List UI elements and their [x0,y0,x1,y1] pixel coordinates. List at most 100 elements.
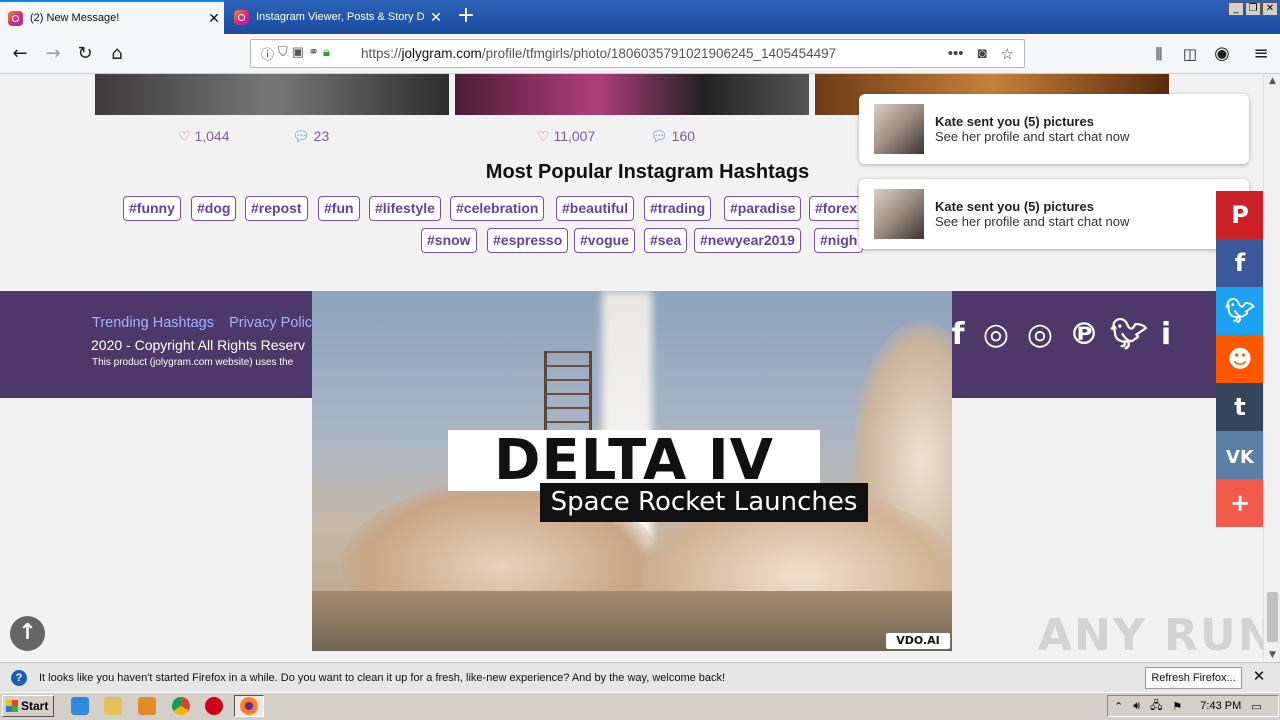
permissions-icon[interactable]: ▣ [292,44,304,63]
hashtag-link[interactable]: #paradise [724,196,802,221]
info-icon: ? [11,669,27,686]
avatar [874,189,924,239]
hashtag-link[interactable]: #vogue [574,228,636,253]
hashtag-link[interactable]: #snow [421,228,477,253]
notification-text: See her profile and start chat now [935,129,1130,144]
tab-new-message[interactable]: (2) New Message! ✕ [0,0,224,34]
account-icon[interactable]: ◉ [1209,42,1235,66]
scroll-to-top-button[interactable]: ↑ [10,616,45,651]
flag-icon[interactable]: ⚑ [1172,700,1182,713]
tab-instagram-viewer[interactable]: Instagram Viewer, Posts & Story D ✕ [226,0,446,34]
info-icon[interactable]: ⓘ [261,44,274,63]
chrome-icon[interactable] [172,697,190,715]
scroll-up-arrow-icon[interactable]: ▲ [1264,74,1280,88]
hashtag-link[interactable]: #funny [123,196,181,221]
scroll-down-arrow-icon[interactable]: ▼ [1264,648,1280,662]
file-explorer-icon[interactable] [104,697,122,715]
hashtag-link[interactable]: #sea [644,228,688,253]
reddit-icon: ☻ [1227,345,1253,373]
clock[interactable]: 7:43 PM [1200,700,1241,712]
media-player-icon[interactable] [138,697,156,715]
hashtag-link[interactable]: #newyear2019 [694,228,801,253]
instagram-favicon-icon [8,10,23,26]
share-vk-button[interactable]: VK [1216,431,1264,479]
hashtag-link[interactable]: #espresso [487,228,569,253]
post-thumbnail[interactable] [455,74,809,115]
restore-button[interactable]: ❐ [1245,2,1261,16]
pinterest-icon: P [1231,201,1249,229]
home-icon[interactable]: ⌂ [104,42,130,66]
close-window-button[interactable]: ✕ [1262,2,1278,16]
post-likes: ♡ 1,044 [178,128,230,145]
ground [312,591,952,651]
instagram-icon[interactable]: ◎ [976,315,1016,355]
url-path: /profile/tfmgirls/photo/1806035791021906… [481,46,837,61]
comment-icon: 💬︎ [292,128,310,144]
share-reddit-button[interactable]: ☻ [1216,335,1264,383]
hashtag-link[interactable]: #lifestyle [369,196,441,221]
bookmark-star-icon[interactable]: ☆ [1001,45,1014,63]
heart-icon: ♡ [537,128,550,144]
hashtag-link[interactable]: #forex [809,196,864,221]
hashtag-link[interactable]: #fun [318,196,360,221]
hashtag-link[interactable]: #repost [245,196,308,221]
volume-icon[interactable]: 🔊︎ [1133,700,1140,713]
url-prefix: https:// [361,46,402,61]
scrollbar-thumb[interactable] [1267,592,1278,642]
chat-notification[interactable]: Kate sent you (5) pictures See her profi… [859,179,1249,249]
vk-icon: VK [1226,447,1254,468]
start-button[interactable]: Start [2,695,54,717]
minimize-button[interactable]: _ [1228,2,1244,16]
post-likes: ♡ 11,007 [537,128,595,145]
firefox-taskbar-button[interactable] [234,695,264,717]
show-desktop-icon[interactable]: ▭ [1251,700,1261,713]
url-text[interactable]: https://jolygram.com/profile/tfmgirls/ph… [361,46,836,61]
chat-notification[interactable]: Kate sent you (5) pictures See her profi… [859,94,1249,164]
page-actions-button[interactable]: ••• [948,45,964,63]
vertical-scrollbar[interactable]: ▲ ▼ [1263,74,1280,662]
vdo-ai-badge[interactable]: VDO.AI [886,633,950,649]
windows-taskbar [0,692,1280,720]
hashtags-heading: Most Popular Instagram Hashtags [485,161,810,183]
share-pinterest-button[interactable]: P [1216,191,1264,239]
instagram-icon[interactable]: ◎ [1020,315,1060,355]
footer-link-trending-hashtags[interactable]: Trending Hashtags [92,315,214,331]
new-tab-button[interactable]: + [452,4,480,30]
tab-close-icon[interactable]: ✕ [204,10,224,27]
tab-close-icon[interactable]: ✕ [426,9,446,26]
hashtag-link[interactable]: #celebration [450,196,545,221]
library-icon[interactable]: ⫼ [1146,42,1172,66]
pinterest-icon[interactable]: ℗ [1064,315,1104,355]
internet-explorer-icon[interactable] [71,697,89,715]
hashtag-link[interactable]: #trading [644,196,712,221]
hashtag-link[interactable]: #dog [191,196,237,221]
back-arrow-icon[interactable]: ← [7,42,33,66]
reload-icon[interactable]: ↻ [72,42,98,66]
hashtag-link[interactable]: #beautiful [556,196,635,221]
video-subtitle: Space Rocket Launches [540,483,868,522]
post-thumbnail[interactable] [95,74,449,115]
share-twitter-button[interactable]: 🐦︎ [1216,287,1264,335]
address-bar[interactable]: ⓘ ⛉ ▣ ⚭ 🔒︎ https://jolygram.com/profile/… [250,39,1025,68]
share-tumblr-button[interactable]: t [1216,383,1264,431]
twitter-icon[interactable]: 🐦︎ [1109,315,1149,355]
avatar [874,104,924,154]
opera-icon[interactable] [205,697,223,715]
info-icon[interactable]: i [1146,315,1186,355]
menu-icon[interactable]: ≡ [1248,42,1274,66]
link-icon[interactable]: ⚭ [308,44,319,63]
close-icon[interactable]: ✕ [1250,668,1268,686]
tray-expand-icon[interactable]: ⌃ [1114,700,1123,713]
footer-links: Trending Hashtags Privacy Polic [92,312,312,331]
footer-link-privacy-policy[interactable]: Privacy Polic [229,315,312,331]
refresh-firefox-button[interactable]: Refresh Firefox... [1145,667,1242,689]
hashtag-link[interactable]: #nigh [814,228,864,253]
sidebar-icon[interactable]: ◫ [1177,42,1203,66]
video-ad-player[interactable]: DELTA IV Space Rocket Launches VDO.AI [312,291,952,651]
network-icon[interactable]: 🖧 [1150,697,1162,716]
share-more-button[interactable]: + [1216,479,1264,527]
tracking-shield-icon[interactable]: ⛉ [278,44,288,63]
forward-arrow-icon[interactable]: → [40,42,66,66]
share-facebook-button[interactable]: f [1216,239,1264,287]
pocket-icon[interactable]: ◙ [977,45,986,63]
